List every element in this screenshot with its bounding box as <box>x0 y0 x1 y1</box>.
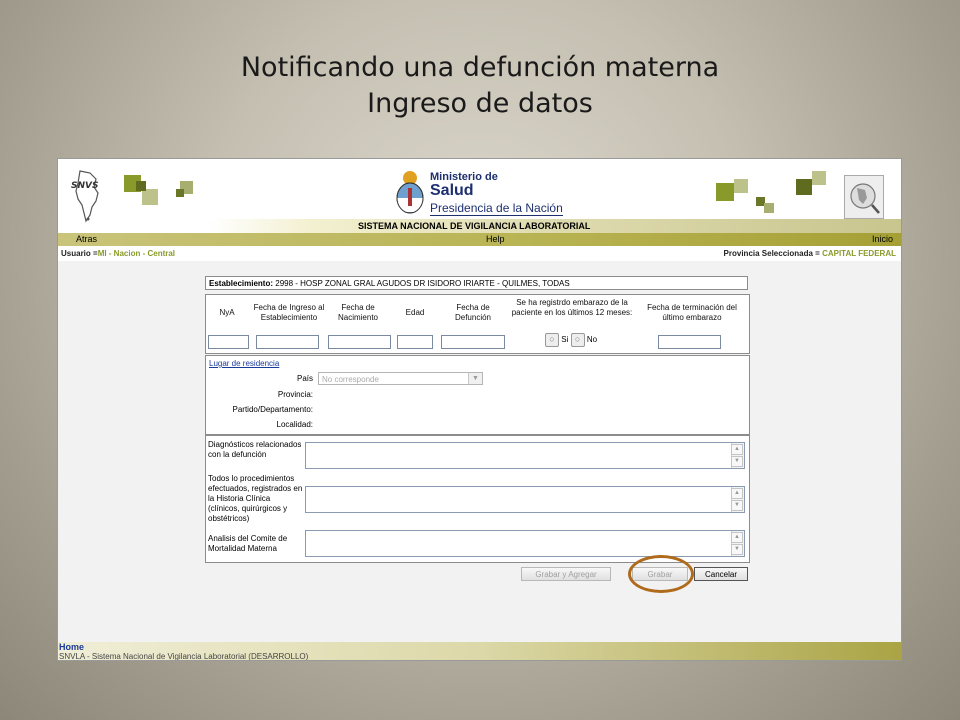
ministry-salud: Salud <box>430 182 474 199</box>
user-info-bar: Usuario =MI - Nacion - Central Provincia… <box>58 248 901 260</box>
nav-back-link[interactable]: Atras <box>76 233 97 246</box>
diagnosticos-label: Diagnósticos relacionados con la defunci… <box>208 440 302 459</box>
slide-title-line1: Notificando una defunción materna <box>240 52 720 83</box>
col-fecha-nacimiento-header: Fecha de Nacimiento <box>337 303 378 322</box>
footer-home-link[interactable]: Home <box>59 642 84 652</box>
decor-square <box>136 181 146 191</box>
embarazo-radio-group: ○ Si ○ No <box>545 333 597 347</box>
slide-title-line2: Ingreso de datos <box>367 88 593 119</box>
fecha-nacimiento-input[interactable] <box>328 335 391 349</box>
province-label: Provincia Seleccionada = <box>723 249 820 258</box>
fecha-terminacion-input[interactable] <box>658 335 721 349</box>
scroll-down-icon[interactable]: ▼ <box>731 500 743 511</box>
scroll-up-icon[interactable]: ▲ <box>731 532 743 543</box>
snvs-logo-text: SNVS <box>71 181 99 191</box>
localidad-label: Localidad: <box>276 420 313 429</box>
decor-square <box>764 203 774 213</box>
clinical-details-panel: Diagnósticos relacionados con la defunci… <box>205 435 750 563</box>
residence-section-link[interactable]: Lugar de residencia <box>209 359 279 368</box>
analisis-textarea[interactable]: ▲ ▼ <box>305 530 745 557</box>
scrollbar[interactable]: ▲ ▼ <box>731 443 744 468</box>
decor-square <box>142 189 158 205</box>
chevron-down-icon: ▼ <box>468 373 482 384</box>
pais-label: País <box>296 374 313 383</box>
ministry-presidencia: Presidencia de la Nación <box>430 201 563 216</box>
col-fecha-terminacion-header: Fecha de terminación del último embarazo <box>647 303 737 322</box>
slide-title: Notificando una defunción materna Ingres… <box>0 50 960 122</box>
scroll-up-icon[interactable]: ▲ <box>731 488 743 499</box>
col-nya-header: NyA <box>219 308 235 317</box>
province-info: Provincia Seleccionada = CAPITAL FEDERAL <box>724 248 896 260</box>
col-fecha-defuncion-header: Fecha de Defunción <box>454 303 492 322</box>
fecha-defuncion-input[interactable] <box>441 335 505 349</box>
province-value: CAPITAL FEDERAL <box>822 249 896 258</box>
decor-square <box>796 179 812 195</box>
establishment-label: Establecimiento: <box>209 279 274 288</box>
establishment-panel: Establecimiento: 2998 - HOSP ZONAL GRAL … <box>205 276 748 290</box>
snvs-map-logo-icon <box>75 170 99 223</box>
nya-input[interactable] <box>208 335 249 349</box>
app-header: SNVS Ministerio de Salud Presidencia de … <box>58 159 901 233</box>
cancelar-button[interactable]: Cancelar <box>694 567 748 581</box>
coat-of-arms-icon <box>396 171 424 214</box>
decor-square <box>176 189 184 197</box>
analisis-label: Analisis del Comite de Mortalidad Matern… <box>208 534 288 553</box>
radio-no-label: No <box>586 335 598 345</box>
scroll-down-icon[interactable]: ▼ <box>731 456 743 467</box>
partido-label: Partido/Departamento: <box>232 405 314 414</box>
app-screenshot: SNVS Ministerio de Salud Presidencia de … <box>57 158 902 661</box>
globe-search-icon[interactable] <box>844 175 884 219</box>
nav-bar: Atras Help Inicio <box>58 233 901 246</box>
establishment-value: 2998 - HOSP ZONAL GRAL AGUDOS DR ISIDORO… <box>275 279 570 288</box>
footer-text: SNVLA - Sistema Nacional de Vigilancia L… <box>59 652 309 661</box>
col-embarazo-header: Se ha registrdo embarazo de la paciente … <box>511 298 633 317</box>
grabar-button[interactable]: Grabar <box>632 567 688 581</box>
system-name-bar: SISTEMA NACIONAL DE VIGILANCIA LABORATOR… <box>208 219 901 233</box>
provincia-label: Provincia: <box>277 390 313 399</box>
fecha-ingreso-input[interactable] <box>256 335 319 349</box>
system-name: SISTEMA NACIONAL DE VIGILANCIA LABORATOR… <box>358 221 591 231</box>
procedimientos-textarea[interactable]: ▲ ▼ <box>305 486 745 513</box>
procedimientos-label: Todos lo procedimientos efectuados, regi… <box>208 474 303 523</box>
residence-panel: Lugar de residencia País No corresponde … <box>205 355 750 435</box>
pais-select[interactable]: No corresponde ▼ <box>318 372 483 385</box>
patient-data-panel: NyA Fecha de Ingreso al Establecimiento … <box>205 294 750 354</box>
edad-input[interactable] <box>397 335 433 349</box>
app-footer: Home SNVLA - Sistema Nacional de Vigilan… <box>58 642 901 660</box>
diagnosticos-textarea[interactable]: ▲ ▼ <box>305 442 745 469</box>
nav-help-link[interactable]: Help <box>486 233 505 246</box>
decor-square <box>716 183 734 201</box>
scrollbar[interactable]: ▲ ▼ <box>731 487 744 512</box>
pais-select-value: No corresponde <box>322 375 379 384</box>
col-fecha-ingreso-header: Fecha de Ingreso al Establecimiento <box>253 303 325 322</box>
user-info: Usuario =MI - Nacion - Central <box>61 248 175 260</box>
decor-square <box>812 171 826 185</box>
nav-home-link[interactable]: Inicio <box>872 233 893 246</box>
scroll-down-icon[interactable]: ▼ <box>731 544 743 555</box>
radio-no[interactable]: ○ <box>570 333 585 347</box>
col-edad-header: Edad <box>405 308 425 317</box>
grabar-agregar-button[interactable]: Grabar y Agregar <box>521 567 611 581</box>
scroll-up-icon[interactable]: ▲ <box>731 444 743 455</box>
radio-si-label: Si <box>561 335 569 345</box>
user-label: Usuario = <box>61 249 98 258</box>
user-value: MI - Nacion - Central <box>97 249 176 258</box>
decor-square <box>734 179 748 193</box>
scrollbar[interactable]: ▲ ▼ <box>731 531 744 556</box>
radio-si[interactable]: ○ <box>545 333 559 347</box>
